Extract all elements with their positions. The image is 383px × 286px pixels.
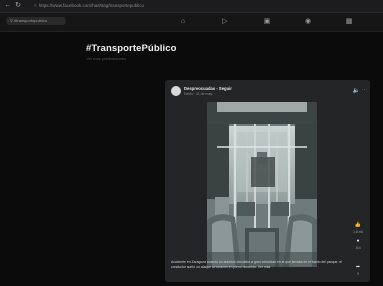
like-count: 1,8 mil bbox=[353, 230, 363, 234]
comment-icon[interactable]: ● bbox=[354, 238, 362, 244]
back-icon[interactable]: ← bbox=[4, 2, 12, 10]
post-card: Despreocuadas - Seguir Reels · 11 de may… bbox=[165, 80, 370, 282]
more-options-icon[interactable]: ⋯ bbox=[362, 87, 367, 93]
search-text: #transportepublico bbox=[14, 18, 47, 23]
page-title: #TransportePúblico bbox=[86, 43, 177, 54]
home-icon[interactable]: ⌂ bbox=[178, 17, 188, 27]
address-bar[interactable]: ○ https://www.facebook.com/hashtag/transp… bbox=[34, 2, 274, 10]
post-meta: Reels · 11 de may. · bbox=[184, 92, 215, 96]
bus-interior-image bbox=[207, 102, 317, 267]
reload-icon[interactable]: ↻ bbox=[14, 2, 22, 10]
post-caption: Accidente en Zaragoza cuando un autobús … bbox=[171, 260, 342, 269]
gaming-icon[interactable]: ▩ bbox=[344, 17, 354, 27]
post-author[interactable]: Despreocuadas - Seguir bbox=[184, 86, 232, 91]
video-player[interactable] bbox=[207, 102, 317, 267]
share-count: 9 bbox=[357, 272, 359, 276]
marketplace-icon[interactable]: ▣ bbox=[262, 17, 272, 27]
video-icon[interactable]: ▷ bbox=[220, 17, 230, 27]
browser-toolbar: ← ↻ ○ https://www.facebook.com/hashtag/tr… bbox=[0, 0, 383, 13]
avatar[interactable] bbox=[171, 86, 181, 96]
like-icon[interactable]: 👍 bbox=[354, 222, 362, 228]
search-icon: ⚲ bbox=[10, 18, 13, 23]
search-input[interactable]: ⚲ #transportepublico bbox=[6, 17, 66, 25]
page-subtitle: Ver más publicaciones bbox=[86, 56, 127, 61]
lock-icon: ○ bbox=[34, 3, 37, 8]
groups-icon[interactable]: ◉ bbox=[303, 17, 313, 27]
volume-icon[interactable]: 🔈 bbox=[353, 87, 360, 94]
comment-count: 104 bbox=[355, 246, 361, 250]
address-text: https://www.facebook.com/hashtag/transpo… bbox=[38, 3, 145, 8]
facebook-header: ⚲ #transportepublico ⌂ ▷ ▣ ◉ ▩ bbox=[0, 13, 383, 32]
